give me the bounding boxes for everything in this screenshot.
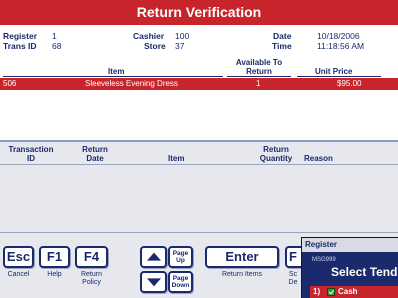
message-code: MSG999 bbox=[312, 257, 336, 263]
cashier-value: 100 bbox=[175, 31, 190, 41]
time-label: Time bbox=[272, 41, 292, 51]
window-title: Return Verification bbox=[0, 0, 398, 25]
f1-button[interactable]: F1 bbox=[39, 246, 70, 268]
page-down-button[interactable]: Page Down bbox=[168, 271, 193, 293]
item-underline bbox=[3, 76, 223, 77]
f4-button[interactable]: F4 bbox=[75, 246, 108, 268]
available-underline bbox=[227, 76, 291, 77]
option-label: Cash bbox=[338, 287, 358, 296]
col-item: Item bbox=[168, 154, 185, 163]
arrow-up-icon bbox=[146, 252, 161, 261]
col-transaction-id: Transaction ID bbox=[8, 145, 54, 163]
scroll-up-button[interactable] bbox=[140, 246, 167, 268]
arrow-down-icon bbox=[146, 278, 161, 287]
date-value: 10/18/2006 bbox=[317, 31, 360, 41]
help-caption: Help bbox=[47, 271, 62, 278]
item-available: 1 bbox=[256, 79, 261, 88]
table-row[interactable]: 506 Sleeveless Evening Dress 1 $95.00 bbox=[0, 78, 398, 90]
items-table-header: Item Available To Return Unit Price bbox=[0, 58, 398, 78]
col-reason: Reason bbox=[304, 154, 333, 163]
enter-button[interactable]: Enter bbox=[205, 246, 279, 268]
option-number: 1) bbox=[313, 287, 321, 296]
return-items-caption: Return Items bbox=[221, 271, 263, 278]
col-available-to-return: Available To Return bbox=[235, 58, 283, 76]
col-item: Item bbox=[108, 67, 125, 76]
tender-option-cash[interactable]: 1) Cash bbox=[310, 286, 398, 298]
cancel-caption: Cancel bbox=[7, 271, 30, 278]
col-unit-price: Unit Price bbox=[315, 67, 353, 76]
trans-id-value: 68 bbox=[52, 41, 62, 51]
item-id: 506 bbox=[3, 79, 17, 88]
cashier-label: Cashier bbox=[133, 31, 165, 41]
date-label: Date bbox=[273, 31, 292, 41]
returns-header-line bbox=[0, 164, 398, 165]
dialog-heading: Select Tende bbox=[331, 265, 398, 279]
store-value: 37 bbox=[175, 41, 185, 51]
store-label: Store bbox=[144, 41, 166, 51]
f-key-caption: Sc De bbox=[288, 271, 298, 286]
return-policy-caption: Return Policy bbox=[80, 271, 102, 286]
transaction-info: Register 1 Trans ID 68 Cashier 100 Store… bbox=[0, 31, 398, 59]
register-value: 1 bbox=[52, 31, 57, 41]
dialog-title: Register bbox=[302, 238, 398, 252]
col-return-date: Return Date bbox=[82, 145, 108, 163]
items-list[interactable]: 506 Sleeveless Evening Dress 1 $95.00 bbox=[0, 78, 398, 140]
select-tender-dialog: Register MSG999 Select Tende 1) Cash bbox=[301, 237, 398, 298]
item-description: Sleeveless Evening Dress bbox=[85, 79, 178, 88]
esc-button[interactable]: Esc bbox=[3, 246, 34, 268]
returns-table-header: Transaction ID Return Date Item Return Q… bbox=[0, 142, 398, 165]
register-label: Register bbox=[3, 31, 38, 41]
checkmark-icon bbox=[327, 288, 335, 296]
page-up-button[interactable]: Page Up bbox=[168, 246, 193, 268]
scroll-down-button[interactable] bbox=[140, 271, 167, 293]
item-price: $95.00 bbox=[337, 79, 362, 88]
col-return-quantity: Return Quantity bbox=[259, 145, 293, 163]
time-value: 11:18:56 AM bbox=[317, 41, 365, 51]
price-underline bbox=[297, 76, 381, 77]
trans-id-label: Trans ID bbox=[3, 41, 37, 51]
returns-list[interactable]: Transaction ID Return Date Item Return Q… bbox=[0, 142, 398, 232]
